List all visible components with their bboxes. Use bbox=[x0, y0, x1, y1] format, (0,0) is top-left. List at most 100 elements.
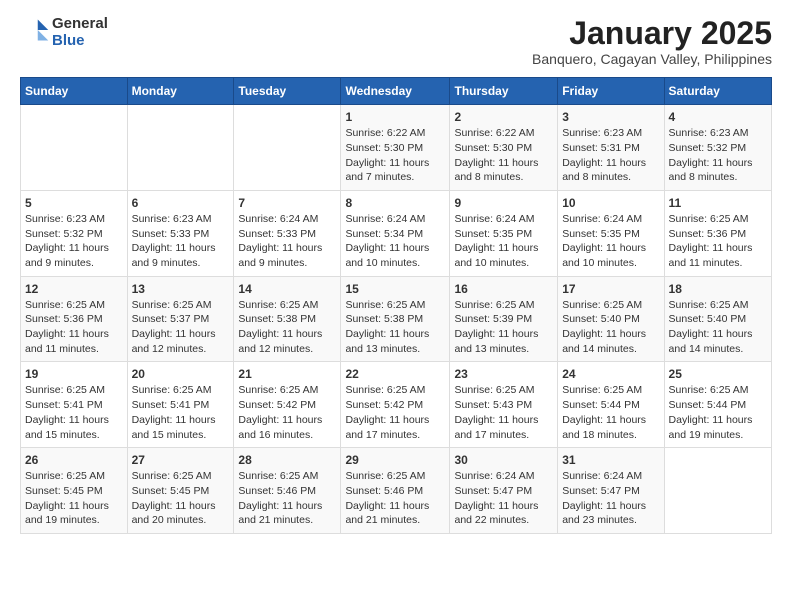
day-number: 29 bbox=[345, 453, 445, 467]
calendar-header: SundayMondayTuesdayWednesdayThursdayFrid… bbox=[21, 78, 772, 105]
day-number: 5 bbox=[25, 196, 123, 210]
calendar-week-row: 5 Sunrise: 6:23 AMSunset: 5:32 PMDaylight… bbox=[21, 190, 772, 276]
logo-general: General bbox=[52, 16, 108, 33]
day-info: Sunrise: 6:22 AMSunset: 5:30 PMDaylight:… bbox=[454, 126, 553, 185]
day-number: 30 bbox=[454, 453, 553, 467]
calendar-cell bbox=[21, 105, 128, 191]
calendar-cell: 2Sunrise: 6:22 AMSunset: 5:30 PMDaylight… bbox=[450, 105, 558, 191]
calendar-week-row: 12 Sunrise: 6:25 AMSunset: 5:36 PMDayligh… bbox=[21, 276, 772, 362]
calendar-cell: 6Sunrise: 6:23 AMSunset: 5:33 PMDaylight… bbox=[127, 190, 234, 276]
day-number: 14 bbox=[238, 282, 336, 296]
day-info: Sunrise: 6:25 AMSunset: 5:37 PMDaylight:… bbox=[132, 298, 230, 357]
calendar-cell: 26 Sunrise: 6:25 AMSunset: 5:45 PMDayligh… bbox=[21, 448, 128, 534]
day-number: 20 bbox=[132, 367, 230, 381]
day-info: Sunrise: 6:25 AMSunset: 5:44 PMDaylight:… bbox=[562, 383, 659, 442]
calendar-cell: 15 Sunrise: 6:25 AMSunset: 5:38 PMDayligh… bbox=[341, 276, 450, 362]
day-info: Sunrise: 6:24 AMSunset: 5:34 PMDaylight:… bbox=[345, 212, 445, 271]
calendar-title: January 2025 bbox=[532, 16, 772, 51]
day-number: 4 bbox=[669, 110, 767, 124]
calendar-cell: 3Sunrise: 6:23 AMSunset: 5:31 PMDaylight… bbox=[558, 105, 664, 191]
calendar-cell bbox=[127, 105, 234, 191]
day-info: Sunrise: 6:25 AMSunset: 5:40 PMDaylight:… bbox=[669, 298, 767, 357]
calendar-week-row: 26 Sunrise: 6:25 AMSunset: 5:45 PMDayligh… bbox=[21, 448, 772, 534]
day-info: Sunrise: 6:25 AMSunset: 5:45 PMDaylight:… bbox=[25, 469, 123, 528]
logo-icon bbox=[22, 16, 50, 44]
day-info: Sunrise: 6:25 AMSunset: 5:41 PMDaylight:… bbox=[25, 383, 123, 442]
day-number: 16 bbox=[454, 282, 553, 296]
day-of-week-header: Monday bbox=[127, 78, 234, 105]
calendar-cell: 25Sunrise: 6:25 AMSunset: 5:44 PMDayligh… bbox=[664, 362, 771, 448]
day-info: Sunrise: 6:25 AMSunset: 5:39 PMDaylight:… bbox=[454, 298, 553, 357]
day-info: Sunrise: 6:23 AMSunset: 5:32 PMDaylight:… bbox=[669, 126, 767, 185]
day-number: 3 bbox=[562, 110, 659, 124]
day-number: 21 bbox=[238, 367, 336, 381]
day-info: Sunrise: 6:24 AMSunset: 5:35 PMDaylight:… bbox=[454, 212, 553, 271]
day-number: 28 bbox=[238, 453, 336, 467]
calendar-cell: 12 Sunrise: 6:25 AMSunset: 5:36 PMDayligh… bbox=[21, 276, 128, 362]
day-info: Sunrise: 6:24 AMSunset: 5:47 PMDaylight:… bbox=[454, 469, 553, 528]
calendar-cell: 17Sunrise: 6:25 AMSunset: 5:40 PMDayligh… bbox=[558, 276, 664, 362]
calendar-cell: 9Sunrise: 6:24 AMSunset: 5:35 PMDaylight… bbox=[450, 190, 558, 276]
day-number: 26 bbox=[25, 453, 123, 467]
day-of-week-header: Sunday bbox=[21, 78, 128, 105]
day-number: 23 bbox=[454, 367, 553, 381]
calendar-cell: 1Sunrise: 6:22 AMSunset: 5:30 PMDaylight… bbox=[341, 105, 450, 191]
calendar-week-row: 19 Sunrise: 6:25 AMSunset: 5:41 PMDayligh… bbox=[21, 362, 772, 448]
day-info: Sunrise: 6:25 AMSunset: 5:42 PMDaylight:… bbox=[345, 383, 445, 442]
calendar-cell: 16 Sunrise: 6:25 AMSunset: 5:39 PMDayligh… bbox=[450, 276, 558, 362]
day-of-week-header: Wednesday bbox=[341, 78, 450, 105]
calendar-cell: 5 Sunrise: 6:23 AMSunset: 5:32 PMDaylight… bbox=[21, 190, 128, 276]
day-number: 13 bbox=[132, 282, 230, 296]
title-block: January 2025 Banquero, Cagayan Valley, P… bbox=[532, 16, 772, 67]
calendar-cell: 11Sunrise: 6:25 AMSunset: 5:36 PMDayligh… bbox=[664, 190, 771, 276]
day-number: 22 bbox=[345, 367, 445, 381]
day-info: Sunrise: 6:25 AMSunset: 5:42 PMDaylight:… bbox=[238, 383, 336, 442]
day-number: 6 bbox=[132, 196, 230, 210]
day-info: Sunrise: 6:25 AMSunset: 5:36 PMDaylight:… bbox=[25, 298, 123, 357]
page-header: General Blue January 2025 Banquero, Caga… bbox=[20, 16, 772, 67]
day-number: 8 bbox=[345, 196, 445, 210]
calendar-cell: 27 Sunrise: 6:25 AMSunset: 5:45 PMDayligh… bbox=[127, 448, 234, 534]
day-info: Sunrise: 6:23 AMSunset: 5:32 PMDaylight:… bbox=[25, 212, 123, 271]
day-info: Sunrise: 6:25 AMSunset: 5:46 PMDaylight:… bbox=[238, 469, 336, 528]
day-number: 7 bbox=[238, 196, 336, 210]
calendar-cell: 13 Sunrise: 6:25 AMSunset: 5:37 PMDayligh… bbox=[127, 276, 234, 362]
calendar-subtitle: Banquero, Cagayan Valley, Philippines bbox=[532, 51, 772, 67]
day-number: 1 bbox=[345, 110, 445, 124]
calendar-table: SundayMondayTuesdayWednesdayThursdayFrid… bbox=[20, 77, 772, 534]
calendar-cell: 7Sunrise: 6:24 AMSunset: 5:33 PMDaylight… bbox=[234, 190, 341, 276]
calendar-cell: 30 Sunrise: 6:24 AMSunset: 5:47 PMDayligh… bbox=[450, 448, 558, 534]
calendar-cell: 28 Sunrise: 6:25 AMSunset: 5:46 PMDayligh… bbox=[234, 448, 341, 534]
day-info: Sunrise: 6:24 AMSunset: 5:47 PMDaylight:… bbox=[562, 469, 659, 528]
calendar-cell: 19 Sunrise: 6:25 AMSunset: 5:41 PMDayligh… bbox=[21, 362, 128, 448]
calendar-cell: 21 Sunrise: 6:25 AMSunset: 5:42 PMDayligh… bbox=[234, 362, 341, 448]
day-number: 19 bbox=[25, 367, 123, 381]
day-info: Sunrise: 6:24 AMSunset: 5:35 PMDaylight:… bbox=[562, 212, 659, 271]
day-number: 18 bbox=[669, 282, 767, 296]
calendar-cell: 29Sunrise: 6:25 AMSunset: 5:46 PMDayligh… bbox=[341, 448, 450, 534]
calendar-cell bbox=[234, 105, 341, 191]
logo-blue: Blue bbox=[52, 33, 108, 50]
calendar-cell bbox=[664, 448, 771, 534]
calendar-cell: 8 Sunrise: 6:24 AMSunset: 5:34 PMDaylight… bbox=[341, 190, 450, 276]
day-number: 15 bbox=[345, 282, 445, 296]
calendar-cell: 4 Sunrise: 6:23 AMSunset: 5:32 PMDaylight… bbox=[664, 105, 771, 191]
day-number: 17 bbox=[562, 282, 659, 296]
day-info: Sunrise: 6:25 AMSunset: 5:43 PMDaylight:… bbox=[454, 383, 553, 442]
day-info: Sunrise: 6:25 AMSunset: 5:38 PMDaylight:… bbox=[238, 298, 336, 357]
calendar-cell: 20 Sunrise: 6:25 AMSunset: 5:41 PMDayligh… bbox=[127, 362, 234, 448]
day-number: 24 bbox=[562, 367, 659, 381]
day-info: Sunrise: 6:25 AMSunset: 5:38 PMDaylight:… bbox=[345, 298, 445, 357]
day-number: 12 bbox=[25, 282, 123, 296]
day-of-week-header: Thursday bbox=[450, 78, 558, 105]
calendar-cell: 23 Sunrise: 6:25 AMSunset: 5:43 PMDayligh… bbox=[450, 362, 558, 448]
day-of-week-header: Tuesday bbox=[234, 78, 341, 105]
calendar-cell: 18 Sunrise: 6:25 AMSunset: 5:40 PMDayligh… bbox=[664, 276, 771, 362]
day-number: 27 bbox=[132, 453, 230, 467]
calendar-cell: 24 Sunrise: 6:25 AMSunset: 5:44 PMDayligh… bbox=[558, 362, 664, 448]
day-of-week-header: Friday bbox=[558, 78, 664, 105]
calendar-cell: 14 Sunrise: 6:25 AMSunset: 5:38 PMDayligh… bbox=[234, 276, 341, 362]
day-number: 11 bbox=[669, 196, 767, 210]
day-info: Sunrise: 6:25 AMSunset: 5:45 PMDaylight:… bbox=[132, 469, 230, 528]
day-info: Sunrise: 6:25 AMSunset: 5:41 PMDaylight:… bbox=[132, 383, 230, 442]
